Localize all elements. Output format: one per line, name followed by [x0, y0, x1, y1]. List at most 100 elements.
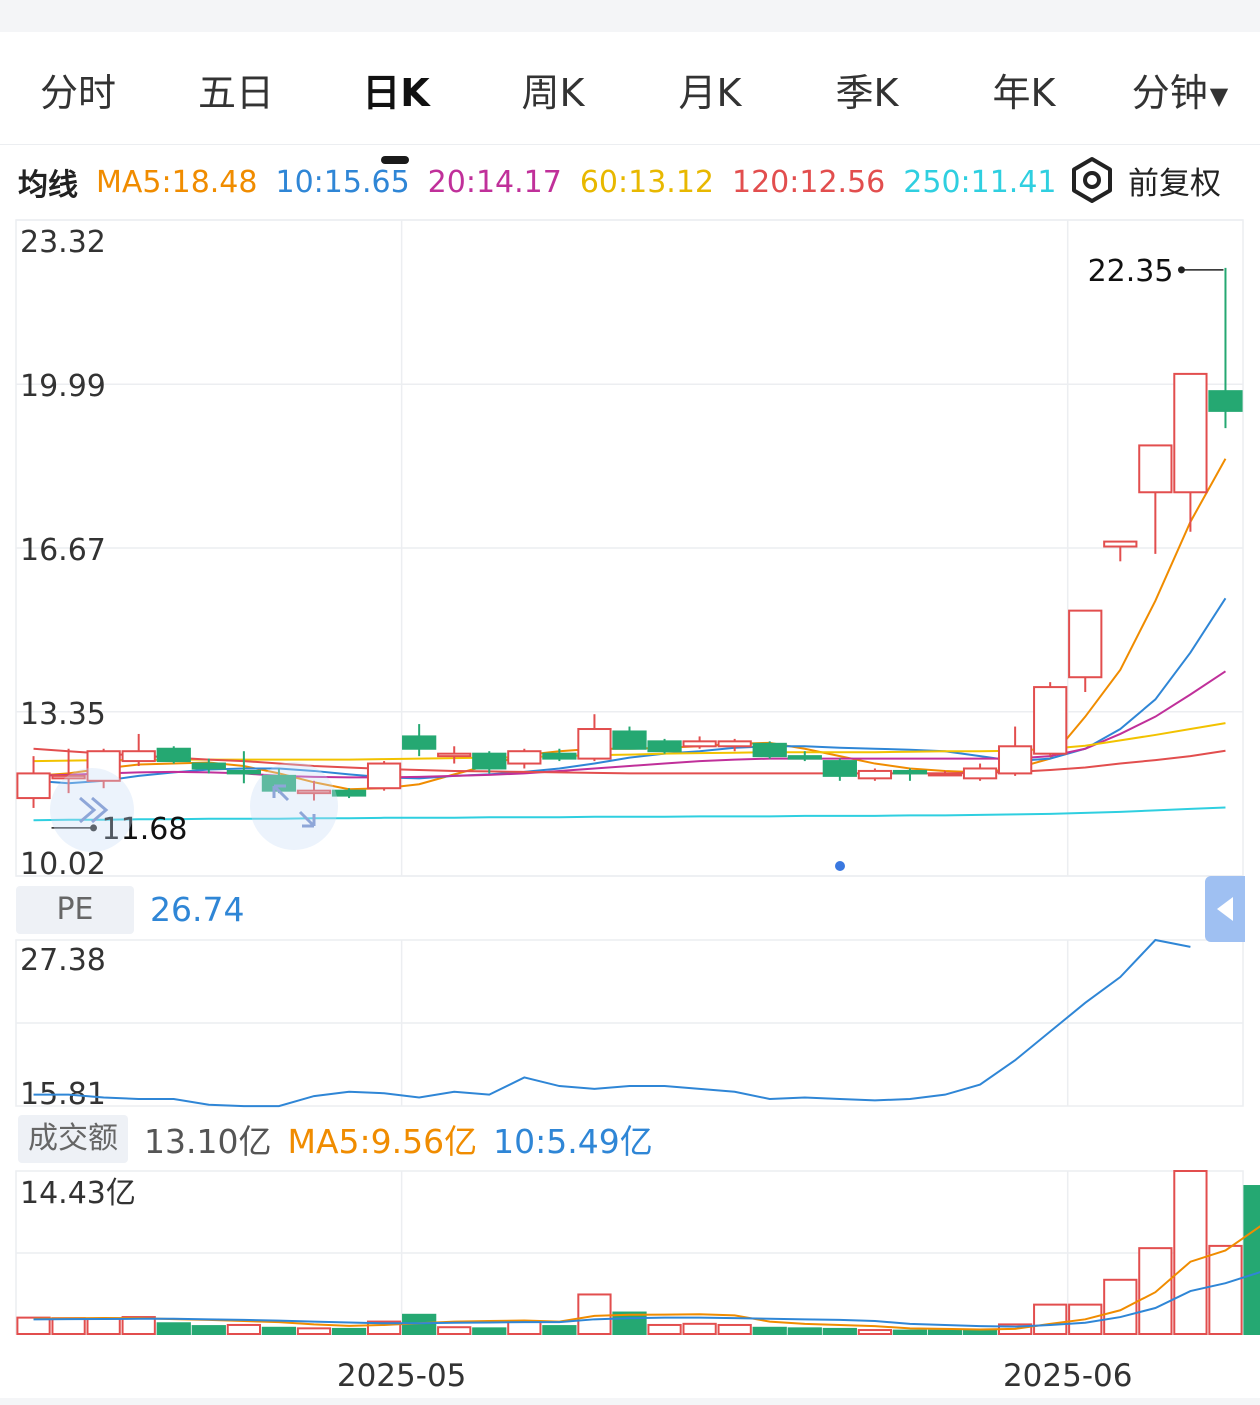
- date-tick-label: 2025-06: [1003, 1358, 1133, 1394]
- amount-badge[interactable]: 成交额: [18, 1115, 128, 1163]
- pe-tick-label: 27.38: [20, 943, 106, 978]
- candle-body: [857, 769, 893, 780]
- fullscreen-button[interactable]: [250, 762, 338, 850]
- volume-bar: [647, 1323, 682, 1335]
- ma5-value: MA5:18.48: [96, 164, 258, 200]
- volume-bar: [156, 1322, 191, 1336]
- tab-intraday[interactable]: 分时: [40, 62, 116, 117]
- max-price-dot: [1177, 266, 1185, 274]
- candle-body: [156, 747, 191, 763]
- volume-bar: [1208, 1244, 1243, 1335]
- volume-bar: [472, 1327, 507, 1336]
- candle-body: [121, 750, 156, 763]
- caret-down-icon: ▼: [1209, 81, 1229, 110]
- chart-grid: [15, 219, 1244, 1335]
- tab-five-day[interactable]: 五日: [198, 62, 274, 117]
- candle-body: [892, 769, 928, 775]
- candle-body: [1068, 609, 1103, 679]
- page-indicator-dot: [835, 861, 845, 871]
- top-strip: [0, 0, 1260, 32]
- adjust-toggle[interactable]: 前复权: [1068, 156, 1221, 204]
- candles: [16, 267, 1243, 808]
- volume-bar: [226, 1323, 261, 1335]
- ma250-line: [33, 806, 1226, 822]
- tab-monthly-k[interactable]: 月K: [679, 62, 742, 117]
- volume-bar: [1033, 1303, 1068, 1335]
- ma10-value: 10:15.65: [275, 164, 410, 200]
- candle-body: [927, 772, 963, 777]
- price-tick-label: 10.02: [20, 847, 106, 882]
- settings-hex-icon: [1072, 157, 1112, 203]
- period-tabs: 分时 五日 日K 周K 月K 季K 年K 分钟▼: [0, 32, 1260, 164]
- volume-bar: [1173, 1170, 1208, 1335]
- candle-body: [366, 762, 402, 790]
- bottom-strip: [0, 1398, 1260, 1405]
- volume-bar: [331, 1327, 367, 1336]
- amount-ma5: MA5:9.56亿: [287, 1122, 478, 1161]
- price-tick-label: 16.67: [20, 533, 106, 568]
- candle-body: [191, 762, 226, 770]
- volume-bar: [191, 1325, 226, 1336]
- volume-bar: [577, 1293, 612, 1336]
- volume-bar: [822, 1327, 857, 1336]
- candle-body: [787, 755, 822, 760]
- volume-bar: [437, 1326, 472, 1335]
- candle-body: [1208, 390, 1243, 412]
- tab-quarterly-k[interactable]: 季K: [836, 62, 899, 117]
- date-axis-labels: 2025-05 2025-06: [337, 1358, 1133, 1394]
- adjust-label: 前复权: [1128, 165, 1221, 202]
- ma60-value: 60:13.12: [579, 164, 714, 200]
- tab-daily-k[interactable]: 日K: [362, 62, 429, 117]
- amount-legend: 成交额 13.10亿 MA5:9.56亿 10:5.49亿: [18, 1114, 653, 1164]
- amount-ma10: 10:5.49亿: [493, 1122, 653, 1161]
- volume-bar: [717, 1323, 752, 1335]
- volume-bar: [1243, 1185, 1260, 1335]
- candle-body: [1103, 540, 1138, 548]
- candle-body: [577, 728, 612, 760]
- amount-value: 13.10亿: [144, 1122, 272, 1161]
- ma-label: 均线: [18, 168, 78, 203]
- candle-body: [507, 750, 542, 765]
- candle-body: [822, 760, 857, 777]
- candle-body: [752, 742, 787, 758]
- price-tick-label: 19.99: [20, 369, 106, 404]
- arrow-left-icon: [1217, 897, 1233, 921]
- candle-body: [647, 740, 682, 753]
- pe-value: 26.74: [150, 890, 245, 929]
- volume-bar: [261, 1326, 297, 1335]
- pe-badge[interactable]: PE: [16, 886, 134, 934]
- volume-bar: [1103, 1278, 1138, 1336]
- tab-weekly-k[interactable]: 周K: [522, 62, 585, 117]
- volume-bar: [296, 1327, 332, 1336]
- ma120-value: 120:12.56: [732, 164, 886, 200]
- ma20-value: 20:14.17: [427, 164, 562, 200]
- candle-body: [962, 767, 998, 780]
- candle-body: [717, 740, 752, 748]
- candle-body: [472, 752, 507, 770]
- volume-bar: [787, 1327, 822, 1336]
- volume-bar: [507, 1320, 542, 1335]
- tab-minute-label: 分钟: [1131, 71, 1208, 115]
- price-tick-label: 13.35: [20, 697, 106, 732]
- candle-body: [402, 735, 437, 750]
- tab-yearly-k[interactable]: 年K: [993, 62, 1056, 117]
- volume-bar: [51, 1317, 86, 1335]
- candle-body: [331, 789, 367, 797]
- ma250-value: 250:11.41: [903, 164, 1057, 200]
- price-axis-labels: 23.3219.9916.6713.3510.0227.3815.8114.43…: [20, 225, 136, 1211]
- candle-body: [226, 769, 261, 775]
- volume-tick-label: 14.43亿: [20, 1176, 136, 1211]
- volume-bar: [752, 1326, 787, 1335]
- volume-bar: [542, 1325, 577, 1336]
- volume-bar: [892, 1329, 928, 1335]
- candle-body: [542, 752, 577, 760]
- candle-body: [1138, 444, 1173, 494]
- candle-body: [1033, 686, 1068, 755]
- candle-body: [682, 740, 717, 748]
- candle-body: [1173, 372, 1208, 494]
- tab-minute[interactable]: 分钟▼: [1132, 62, 1228, 117]
- kline-chart: 23.3219.9916.6713.3510.0227.3815.8114.43…: [15, 219, 1260, 1394]
- collapse-panel-button[interactable]: [1205, 876, 1245, 942]
- candle-body: [612, 730, 647, 750]
- date-tick-label: 2025-05: [337, 1358, 467, 1394]
